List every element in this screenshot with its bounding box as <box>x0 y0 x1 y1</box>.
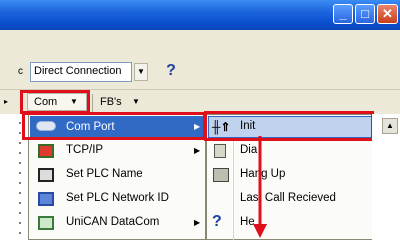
init-highlight <box>204 111 374 141</box>
menu-item-label: Set PLC Network ID <box>66 192 169 204</box>
plc-name-icon <box>38 168 54 182</box>
red-arrow-down-icon <box>253 136 267 238</box>
menu-item-label: Set PLC Name <box>66 168 143 180</box>
connect-icon[interactable]: c <box>18 66 26 78</box>
maximize-icon: □ <box>361 6 369 21</box>
network-id-icon <box>38 192 54 206</box>
connection-combo-value: Direct Connection <box>34 65 122 77</box>
close-button[interactable]: ✕ <box>377 4 398 24</box>
minimize-button[interactable]: _ <box>333 4 353 24</box>
scroll-up-button[interactable]: ▲ <box>382 118 398 134</box>
com-port-highlight <box>22 112 206 140</box>
minimize-icon: _ <box>339 6 347 21</box>
help-icon: ? <box>212 213 222 230</box>
fbs-menu[interactable]: FB's <box>100 96 122 108</box>
menu-separator <box>92 94 93 112</box>
hang-up-icon <box>213 168 229 182</box>
menu-item-tcp-ip[interactable] <box>30 140 204 164</box>
submenu-arrow-icon: ▶ <box>194 146 201 155</box>
close-icon: ✕ <box>382 6 393 21</box>
chevron-right-icon: ▸ <box>4 97 9 106</box>
menu-item-label: UniCAN DataCom <box>66 216 160 228</box>
com-chevron-down-icon: ▼ <box>70 97 78 106</box>
submenu-item-dial[interactable] <box>208 140 372 162</box>
maximize-button[interactable]: □ <box>355 4 375 24</box>
submenu-item-help[interactable] <box>208 212 372 236</box>
datacom-icon <box>38 216 54 230</box>
help-button[interactable]: ? <box>160 60 182 82</box>
com-menu-label: Com <box>34 96 58 108</box>
connection-dropdown-button[interactable]: ▼ <box>134 63 148 81</box>
fbs-chevron-down-icon: ▼ <box>132 97 140 106</box>
submenu-arrow-icon: ▶ <box>194 218 201 227</box>
help-icon: ? <box>166 62 176 79</box>
dial-icon <box>214 144 226 158</box>
network-icon <box>38 144 54 158</box>
menu-item-label: TCP/IP <box>66 144 104 156</box>
submenu-item-hang-up[interactable] <box>208 164 372 186</box>
